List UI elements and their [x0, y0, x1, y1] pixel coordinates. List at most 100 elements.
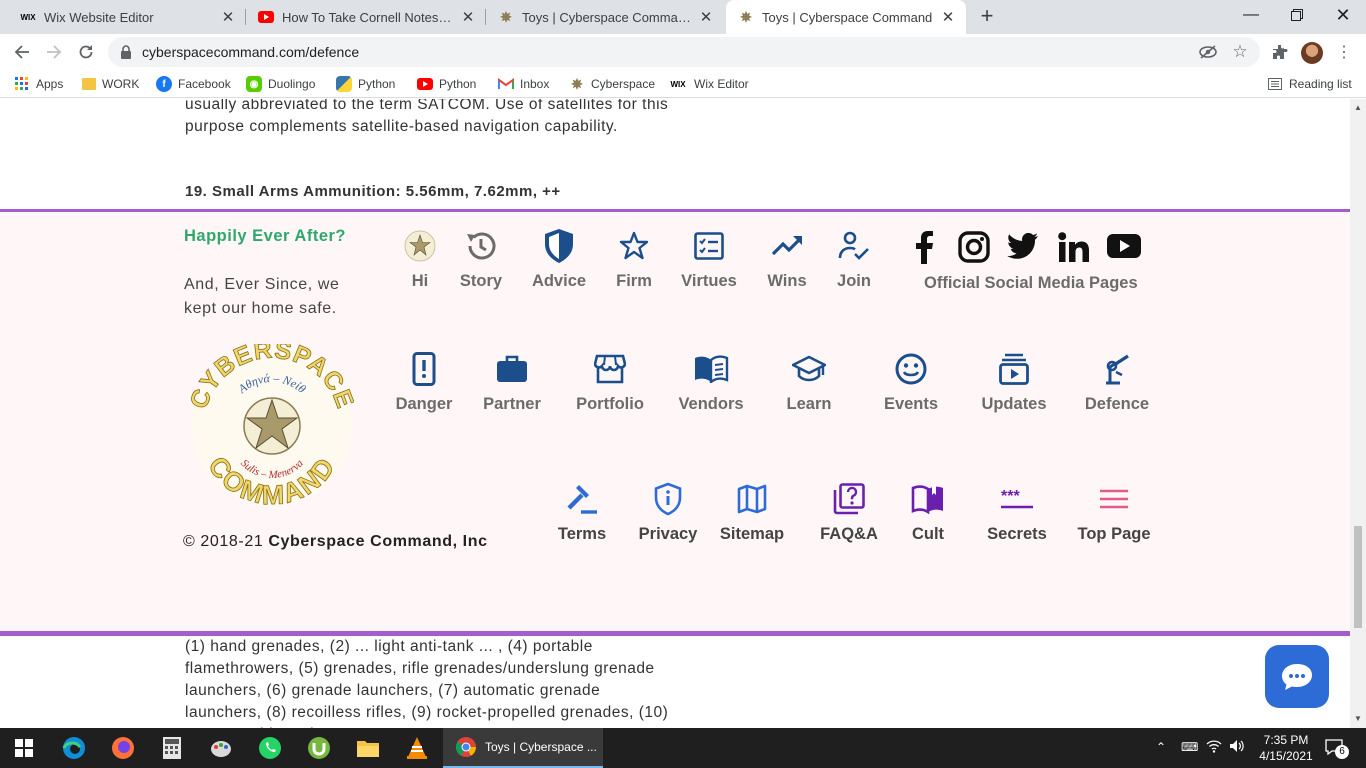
- calculator-icon: [163, 737, 181, 759]
- whatsapp-icon: [259, 737, 281, 759]
- duolingo-icon: ◉: [246, 76, 262, 92]
- forward-button[interactable]: [40, 38, 68, 66]
- nav-label: Vendors: [678, 395, 744, 413]
- nav-secrets[interactable]: *** Secrets: [967, 481, 1067, 544]
- bookmark-cyberspace[interactable]: ✵ Cyberspace: [569, 75, 655, 93]
- bookmark-apps[interactable]: Apps: [14, 75, 63, 93]
- bookmark-duolingo[interactable]: ◉ Duolingo: [246, 75, 315, 93]
- bookmark-wix-editor[interactable]: WIX Wix Editor: [668, 75, 748, 93]
- bookmark-inbox[interactable]: Inbox: [498, 75, 549, 93]
- calculator-app[interactable]: [148, 728, 196, 768]
- bookmark-label: Apps: [36, 77, 64, 91]
- tab-toys-active[interactable]: ✵ Toys | Cyberspace Command ✕: [726, 0, 966, 34]
- bookmark-facebook[interactable]: f Facebook: [156, 75, 231, 93]
- page-scrollbar[interactable]: ▲ ▼: [1350, 99, 1366, 728]
- system-clock[interactable]: 7:35 PM 4/15/2021: [1256, 732, 1316, 764]
- close-icon[interactable]: ✕: [220, 9, 236, 26]
- reload-icon: [79, 45, 93, 59]
- chevron-up-icon[interactable]: ⌃: [1156, 740, 1166, 754]
- nav-learn[interactable]: Learn: [759, 351, 859, 414]
- tab-wix-editor[interactable]: WIX Wix Website Editor ✕: [0, 0, 246, 34]
- video-stack-icon: [964, 351, 1064, 387]
- nav-join[interactable]: Join: [804, 228, 904, 291]
- whatsapp-app[interactable]: [246, 728, 294, 768]
- facebook-icon[interactable]: [911, 230, 935, 269]
- twitter-icon[interactable]: [1007, 232, 1039, 266]
- start-button[interactable]: [0, 728, 48, 768]
- close-icon[interactable]: ✕: [460, 9, 476, 26]
- vlc-app[interactable]: [393, 728, 441, 768]
- nav-label: Partner: [483, 395, 541, 413]
- nav-top-page[interactable]: Top Page: [1064, 481, 1164, 544]
- input-method-icon[interactable]: ⌨: [1181, 740, 1198, 754]
- restore-button[interactable]: [1274, 0, 1320, 30]
- turret-icon: [1067, 351, 1167, 387]
- utorrent-icon: [308, 737, 330, 759]
- bookmark-python-1[interactable]: Python: [336, 75, 395, 93]
- nav-danger[interactable]: Danger: [374, 351, 474, 414]
- nav-label: Terms: [557, 525, 607, 543]
- nav-cult[interactable]: Cult: [878, 481, 978, 544]
- close-window-button[interactable]: ✕: [1320, 0, 1366, 30]
- extensions-icon[interactable]: [1270, 42, 1290, 62]
- nav-vendors[interactable]: Vendors: [661, 351, 761, 414]
- address-bar[interactable]: cyberspacecommand.com/defence ☆: [108, 37, 1260, 67]
- back-button[interactable]: [8, 38, 36, 66]
- taskbar-chrome-window[interactable]: Toys | Cyberspace ...: [443, 728, 603, 768]
- scroll-up-arrow-icon[interactable]: ▲: [1354, 103, 1362, 112]
- browser-toolbar: cyberspacecommand.com/defence ☆ ⋮: [0, 34, 1366, 70]
- reload-button[interactable]: [72, 38, 100, 66]
- restore-icon: [1291, 9, 1303, 21]
- tab-toys-1[interactable]: ✵ Toys | Cyberspace Command ✕: [486, 0, 724, 34]
- article-paragraph-top: usually abbreviated to the term SATCOM. …: [185, 99, 669, 135]
- vlc-icon: [407, 737, 427, 759]
- edge-icon: [62, 737, 85, 759]
- tab-title: Toys | Cyberspace Command: [522, 9, 692, 25]
- close-icon[interactable]: ✕: [940, 9, 956, 26]
- volume-icon[interactable]: [1229, 739, 1245, 758]
- apps-grid-icon: [14, 76, 30, 92]
- reading-list-button[interactable]: Reading list: [1267, 75, 1352, 93]
- utorrent-app[interactable]: [295, 728, 343, 768]
- edge-app[interactable]: [50, 728, 98, 768]
- graduation-cap-icon: [759, 351, 859, 387]
- scrollbar-thumb[interactable]: [1354, 526, 1362, 628]
- tab-cornell-notes[interactable]: How To Take Cornell Notes Prope ✕: [246, 0, 486, 34]
- python-icon: [336, 76, 352, 92]
- nav-events[interactable]: Events: [861, 351, 961, 414]
- cyberspace-command-logo[interactable]: CYBERSPACE COMMAND Αθηνά – Νeίθ Sulis – …: [184, 335, 358, 511]
- bookmark-python-2[interactable]: Python: [417, 75, 476, 93]
- nav-sitemap[interactable]: Sitemap: [702, 481, 802, 544]
- nav-portfolio[interactable]: Portfolio: [560, 351, 660, 414]
- notification-center-button[interactable]: 6: [1325, 739, 1349, 760]
- bookmark-label: Duolingo: [268, 77, 316, 91]
- chat-button[interactable]: [1265, 645, 1329, 708]
- bookmark-star-icon[interactable]: ☆: [1230, 42, 1250, 62]
- chat-bubble-icon: [1282, 663, 1312, 690]
- new-tab-button[interactable]: +: [976, 5, 998, 28]
- linkedin-icon[interactable]: [1058, 232, 1090, 267]
- arrow-left-icon: [14, 45, 29, 59]
- minimize-button[interactable]: —: [1228, 0, 1274, 30]
- wifi-icon[interactable]: [1206, 739, 1222, 758]
- paint-app[interactable]: [197, 728, 245, 768]
- file-explorer-app[interactable]: [344, 728, 392, 768]
- nav-defence[interactable]: Defence: [1067, 351, 1167, 414]
- nav-label: Defence: [1084, 395, 1150, 413]
- bookmark-label: Python: [358, 77, 396, 91]
- profile-avatar[interactable]: [1301, 42, 1323, 64]
- reading-list-icon: [1267, 76, 1283, 92]
- nav-updates[interactable]: Updates: [964, 351, 1064, 414]
- briefcase-icon: [462, 351, 562, 387]
- eye-off-icon[interactable]: [1198, 42, 1218, 62]
- firefox-app[interactable]: [99, 728, 147, 768]
- notification-count: 6: [1335, 745, 1349, 759]
- bookmark-work[interactable]: WORK: [82, 75, 139, 93]
- close-icon[interactable]: ✕: [698, 9, 714, 26]
- scroll-down-arrow-icon[interactable]: ▼: [1354, 714, 1362, 723]
- nav-terms[interactable]: Terms: [532, 481, 632, 544]
- instagram-icon[interactable]: [958, 231, 990, 268]
- nav-partner[interactable]: Partner: [462, 351, 562, 414]
- youtube-icon[interactable]: [1107, 234, 1141, 263]
- kebab-menu-icon[interactable]: ⋮: [1334, 42, 1354, 62]
